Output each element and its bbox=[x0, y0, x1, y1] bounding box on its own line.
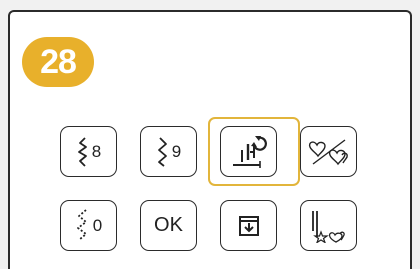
ok-button[interactable]: OK bbox=[140, 200, 197, 251]
heart-stitch-key[interactable] bbox=[300, 126, 357, 177]
step-badge: 28 bbox=[22, 37, 94, 87]
zigzag-stitch-icon bbox=[156, 136, 170, 167]
needle-pattern-key[interactable] bbox=[300, 200, 357, 251]
stitch-key-label: 0 bbox=[92, 215, 103, 235]
stitch-key-0[interactable]: 0 bbox=[60, 200, 117, 251]
zigzag-stitch-icon bbox=[76, 136, 90, 167]
stitch-key-label: 9 bbox=[171, 141, 182, 161]
dotted-zigzag-stitch-icon bbox=[75, 208, 91, 243]
needle-foot-rotate-key[interactable] bbox=[220, 126, 277, 177]
stitch-key-9[interactable]: 9 bbox=[140, 126, 197, 177]
sewing-machine-screen: 28 8 9 0 OK bbox=[0, 0, 420, 269]
stitch-key-8[interactable]: 8 bbox=[60, 126, 117, 177]
memory-download-icon bbox=[237, 214, 261, 238]
needle-pattern-icon bbox=[307, 209, 351, 243]
heart-stitch-icon bbox=[307, 136, 351, 168]
memory-download-key[interactable] bbox=[220, 200, 277, 251]
ok-label: OK bbox=[154, 214, 183, 236]
stitch-key-label: 8 bbox=[91, 141, 102, 161]
needle-foot-rotate-icon bbox=[226, 132, 272, 172]
